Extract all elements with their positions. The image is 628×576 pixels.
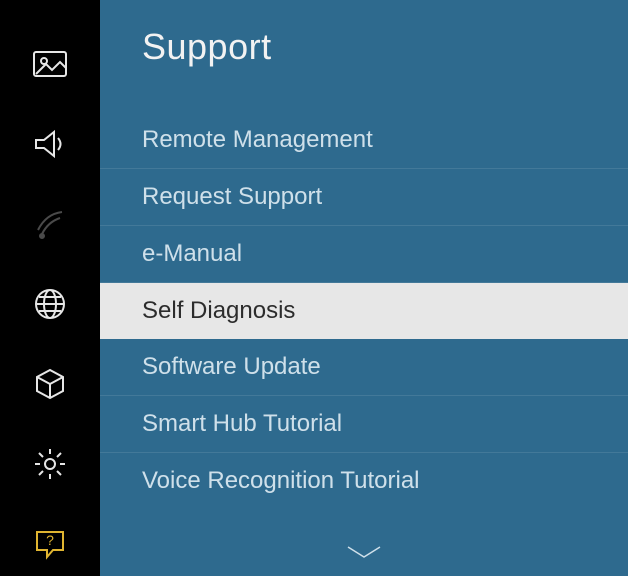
menu-item-self-diagnosis[interactable]: Self Diagnosis	[100, 283, 628, 339]
sidebar-item-support[interactable]: ?	[28, 524, 72, 568]
sidebar-item-sound[interactable]	[28, 124, 72, 168]
menu-item-software-update[interactable]: Software Update	[100, 339, 628, 396]
satellite-icon	[30, 204, 70, 249]
menu-item-e-manual[interactable]: e-Manual	[100, 226, 628, 283]
sidebar-item-system[interactable]	[28, 444, 72, 488]
cube-icon	[30, 364, 70, 409]
sidebar-item-broadcast[interactable]	[28, 204, 72, 248]
sidebar-item-network[interactable]	[28, 284, 72, 328]
menu-list: Remote Management Request Support e-Manu…	[100, 112, 628, 509]
scroll-down-indicator[interactable]	[342, 543, 386, 568]
gear-icon	[30, 444, 70, 489]
sidebar: ?	[0, 0, 100, 576]
sidebar-item-smart-hub[interactable]	[28, 364, 72, 408]
main-panel: Support Remote Management Request Suppor…	[100, 0, 628, 576]
menu-item-smart-hub-tutorial[interactable]: Smart Hub Tutorial	[100, 396, 628, 453]
svg-text:?: ?	[46, 532, 54, 548]
picture-icon	[30, 44, 70, 89]
menu-item-voice-recognition-tutorial[interactable]: Voice Recognition Tutorial	[100, 453, 628, 509]
globe-icon	[30, 284, 70, 329]
chevron-down-icon	[342, 550, 386, 567]
sound-icon	[30, 124, 70, 169]
settings-screen: ? Support Remote Management Request Supp…	[0, 0, 628, 576]
sidebar-item-picture[interactable]	[28, 44, 72, 88]
menu-item-remote-management[interactable]: Remote Management	[100, 112, 628, 169]
menu-item-request-support[interactable]: Request Support	[100, 169, 628, 226]
page-title: Support	[100, 0, 628, 68]
support-icon: ?	[30, 524, 70, 569]
